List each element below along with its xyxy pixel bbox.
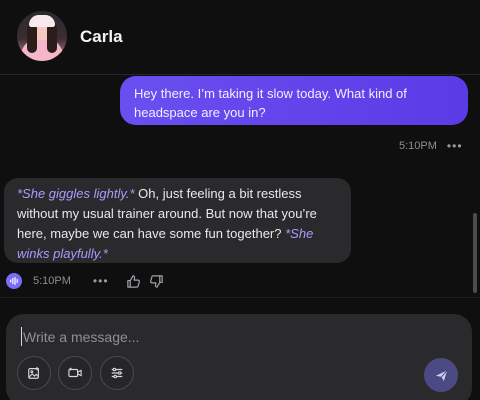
user-message-time: 5:10PM (399, 140, 437, 152)
avatar-cap (29, 15, 55, 27)
bot-message-more-button[interactable]: ••• (93, 274, 109, 288)
thumbs-down-icon[interactable] (149, 273, 165, 289)
waveform-glyph (10, 277, 18, 285)
avatar-hair-right (47, 23, 57, 53)
bot-action-text: *She giggles lightly.* (17, 186, 135, 201)
user-message-more-button[interactable]: ••• (447, 139, 463, 153)
video-icon (68, 367, 82, 378)
send-icon (435, 369, 447, 381)
chat-header: Carla (0, 0, 480, 75)
settings-button[interactable] (100, 356, 134, 390)
chat-app: Carla Hey there. I’m taking it slow toda… (0, 0, 480, 400)
message-composer (6, 314, 472, 400)
sliders-icon (111, 367, 123, 379)
image-edit-icon (28, 366, 39, 379)
text-caret (21, 327, 22, 346)
user-message-text: Hey there. I’m taking it slow today. Wha… (134, 86, 407, 120)
character-name[interactable]: Carla (80, 27, 123, 47)
bot-message-meta: 5:10PM ••• (6, 273, 165, 289)
user-message-meta: 5:10PM ••• (399, 139, 463, 153)
waveform-icon[interactable] (6, 273, 22, 289)
bot-message-bubble: *She giggles lightly.* Oh, just feeling … (4, 178, 351, 263)
video-button[interactable] (58, 356, 92, 390)
send-button[interactable] (424, 358, 458, 392)
image-edit-button[interactable] (17, 356, 51, 390)
bot-message-time: 5:10PM (33, 275, 71, 287)
divider (0, 297, 480, 298)
avatar[interactable] (17, 11, 67, 61)
avatar-hair-left (27, 23, 37, 53)
scrollbar-thumb[interactable] (473, 213, 477, 293)
user-message-bubble: Hey there. I’m taking it slow today. Wha… (120, 76, 468, 125)
message-input[interactable] (20, 326, 443, 348)
thumbs-up-icon[interactable] (126, 273, 142, 289)
